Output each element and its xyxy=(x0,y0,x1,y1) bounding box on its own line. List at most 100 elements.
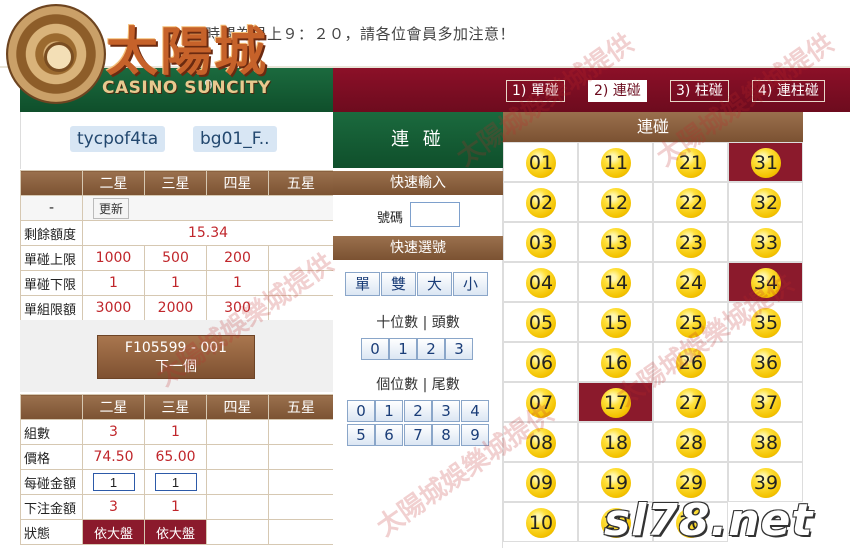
amount-input-3star[interactable] xyxy=(154,473,197,491)
number-cell[interactable]: 24 xyxy=(653,262,728,302)
number-ball: 27 xyxy=(676,388,706,418)
table-cell xyxy=(268,245,334,271)
table-cell: 3 xyxy=(82,494,145,520)
table-cell: 1000 xyxy=(82,245,145,271)
units-digit-4[interactable]: 4 xyxy=(461,400,489,422)
number-cell[interactable]: 23 xyxy=(653,222,728,262)
number-cell[interactable]: 14 xyxy=(578,262,653,302)
number-cell[interactable]: 12 xyxy=(578,182,653,222)
number-cell[interactable]: 13 xyxy=(578,222,653,262)
tens-digit-3[interactable]: 3 xyxy=(445,338,473,360)
number-cell[interactable]: 17 xyxy=(578,382,653,422)
tab-continuous-hit[interactable]: 2) 連碰 xyxy=(588,80,647,102)
number-cell[interactable]: 03 xyxy=(503,222,578,262)
number-cell[interactable]: 16 xyxy=(578,342,653,382)
number-cell[interactable]: 11 xyxy=(578,142,653,182)
logo-subtitle: CASINO SUNCITY xyxy=(102,78,271,98)
number-cell[interactable]: 10 xyxy=(503,502,578,542)
even-button[interactable]: 雙 xyxy=(381,272,416,296)
number-cell[interactable]: 05 xyxy=(503,302,578,342)
casino-logo: 太陽城 CASINO SUNCITY xyxy=(6,0,286,110)
number-cell[interactable]: 08 xyxy=(503,422,578,462)
odd-button[interactable]: 單 xyxy=(345,272,380,296)
tab-continuous-column-hit[interactable]: 4) 連柱碰 xyxy=(752,80,825,102)
units-digit-6[interactable]: 6 xyxy=(375,424,403,446)
limits-header-5star: 五星 xyxy=(268,170,334,196)
table-cell xyxy=(206,494,269,520)
tens-digit-2[interactable]: 2 xyxy=(417,338,445,360)
table-cell xyxy=(268,270,334,296)
quick-select-buttons: 單 雙 大 小 xyxy=(345,272,495,296)
number-cell[interactable]: 06 xyxy=(503,342,578,382)
number-ball: 37 xyxy=(751,388,781,418)
number-ball: 04 xyxy=(526,268,556,298)
units-digit-3[interactable]: 3 xyxy=(432,400,460,422)
units-digit-8[interactable]: 8 xyxy=(432,424,460,446)
small-button[interactable]: 小 xyxy=(453,272,488,296)
refresh-button[interactable]: 更新 xyxy=(93,197,130,219)
bet-header-blank xyxy=(20,394,83,420)
number-ball: 26 xyxy=(676,348,706,378)
number-cell[interactable]: 26 xyxy=(653,342,728,382)
amount-input-2star[interactable] xyxy=(92,473,135,491)
number-cell[interactable]: 18 xyxy=(578,422,653,462)
number-ball: 14 xyxy=(601,268,631,298)
number-label: 號碼 xyxy=(377,211,404,226)
quick-input-title: 快速輸入 xyxy=(333,171,503,195)
number-ball: 12 xyxy=(601,188,631,218)
number-cell[interactable]: 37 xyxy=(728,382,803,422)
table-cell: 1 xyxy=(144,494,207,520)
number-cell[interactable]: 38 xyxy=(728,422,803,462)
tab-column-hit[interactable]: 3) 柱碰 xyxy=(670,80,729,102)
table-cell xyxy=(268,295,334,321)
units-label: 個位數 | 尾數 xyxy=(376,377,460,393)
table-cell xyxy=(268,519,334,545)
table-cell xyxy=(206,419,269,445)
number-cell[interactable]: 33 xyxy=(728,222,803,262)
bet-header-4star: 四星 xyxy=(206,394,269,420)
units-digit-9[interactable]: 9 xyxy=(461,424,489,446)
number-ball: 17 xyxy=(601,388,631,418)
units-digit-0[interactable]: 0 xyxy=(347,400,375,422)
units-digit-2[interactable]: 2 xyxy=(404,400,432,422)
number-input[interactable] xyxy=(410,202,460,227)
number-cell[interactable]: 35 xyxy=(728,302,803,342)
number-cell[interactable]: 28 xyxy=(653,422,728,462)
table-row: 單碰上限 1000 500 200 xyxy=(20,245,334,271)
number-cell[interactable]: 02 xyxy=(503,182,578,222)
number-cell[interactable]: 01 xyxy=(503,142,578,182)
units-digit-7[interactable]: 7 xyxy=(404,424,432,446)
number-grid: 01 02 03 04 05 06 07 08 09 10 11 12 13 14 15 16 17 18 19 20… xyxy=(503,142,803,548)
min-per-hit-label: 單碰下限 xyxy=(20,270,83,296)
number-cell[interactable]: 04 xyxy=(503,262,578,302)
table-row: 下注金額 3 1 xyxy=(20,494,334,520)
quick-select-title: 快速選號 xyxy=(333,236,503,260)
tens-digit-0[interactable]: 0 xyxy=(361,338,389,360)
number-cell[interactable]: 15 xyxy=(578,302,653,342)
units-digit-1[interactable]: 1 xyxy=(375,400,403,422)
number-cell[interactable]: 25 xyxy=(653,302,728,342)
number-ball: 29 xyxy=(676,468,706,498)
number-cell[interactable]: 31 xyxy=(728,142,803,182)
number-ball: 36 xyxy=(751,348,781,378)
next-order-button[interactable]: F105599 - 001 下一個 xyxy=(97,335,255,379)
number-cell[interactable]: 27 xyxy=(653,382,728,422)
number-ball: 38 xyxy=(751,428,781,458)
limits-table: 二星 三星 四星 五星 - 更新 剩餘額度 15.34 單碰上限 1000 50… xyxy=(20,170,334,321)
refresh-row: - 更新 xyxy=(20,195,334,221)
number-ball: 09 xyxy=(526,468,556,498)
units-digit-5[interactable]: 5 xyxy=(347,424,375,446)
number-cell[interactable]: 34 xyxy=(728,262,803,302)
tens-digit-1[interactable]: 1 xyxy=(389,338,417,360)
number-cell[interactable]: 22 xyxy=(653,182,728,222)
number-cell[interactable]: 32 xyxy=(728,182,803,222)
number-ball: 22 xyxy=(676,188,706,218)
number-cell[interactable]: 36 xyxy=(728,342,803,382)
number-cell[interactable]: 21 xyxy=(653,142,728,182)
number-cell[interactable]: 07 xyxy=(503,382,578,422)
number-ball: 05 xyxy=(526,308,556,338)
number-cell[interactable]: 09 xyxy=(503,462,578,502)
tab-single-hit[interactable]: 1) 單碰 xyxy=(506,80,565,102)
status-badge: 依大盤 xyxy=(144,519,207,545)
big-button[interactable]: 大 xyxy=(417,272,452,296)
